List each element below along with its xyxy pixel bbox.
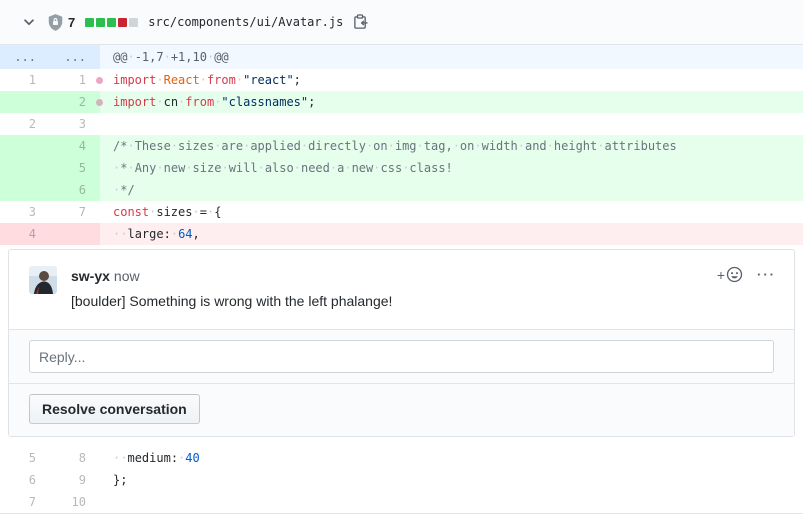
file-path: src/components/ui/Avatar.js xyxy=(148,15,343,29)
diff-line-row: 58··medium:·40 xyxy=(0,447,803,469)
diffstat-block-neutral xyxy=(129,18,138,27)
diff-line-row: 6·*/ xyxy=(0,179,803,201)
diff-line-row: 23 xyxy=(0,113,803,135)
smiley-icon xyxy=(726,266,743,283)
diff-line-row: 11import·React·from·"react"; xyxy=(0,69,803,91)
old-line-number[interactable] xyxy=(0,157,50,179)
comment-author[interactable]: sw-yx xyxy=(71,268,110,284)
new-line-number[interactable]: 4 xyxy=(50,135,100,157)
old-line-number[interactable]: 4 xyxy=(0,223,50,245)
diffstat-block-add xyxy=(107,18,116,27)
collapse-file-button[interactable] xyxy=(18,11,40,33)
comment-body: [boulder] Something is wrong with the le… xyxy=(71,293,774,309)
add-reaction-button[interactable]: + xyxy=(717,266,743,283)
diff-line-row: 69}; xyxy=(0,469,803,491)
code-line: ·*/ xyxy=(100,179,803,201)
line-comment-indicator-dot xyxy=(96,77,103,84)
new-line-number[interactable]: 5 xyxy=(50,157,100,179)
line-comment-indicator-dot xyxy=(96,99,103,106)
new-line-number[interactable]: 3 xyxy=(50,113,100,135)
code-line: }; xyxy=(100,469,803,491)
plus-sign: + xyxy=(717,267,725,283)
code-line: import·React·from·"react"; xyxy=(100,69,803,91)
diff-line-row: 2import·cn·from·"classnames"; xyxy=(0,91,803,113)
kebab-menu-button[interactable]: ··· xyxy=(757,268,776,281)
new-line-number[interactable]: 7 xyxy=(50,201,100,223)
new-line-number[interactable]: 2 xyxy=(50,91,100,113)
diff-line-row: 4/*·These·sizes·are·applied·directly·on·… xyxy=(0,135,803,157)
hunk-header-row: ......@@·-1,7·+1,10·@@ xyxy=(0,45,803,69)
code-line: ··medium:·40 xyxy=(100,447,803,469)
comment-timestamp[interactable]: now xyxy=(114,268,140,284)
review-shield-button[interactable]: 7 xyxy=(48,14,75,31)
resolve-conversation-button[interactable]: Resolve conversation xyxy=(29,394,200,424)
diff-rows-bottom: 58··medium:·4069};710 xyxy=(0,447,803,514)
review-count: 7 xyxy=(68,15,75,30)
new-line-number[interactable]: 8 xyxy=(50,447,100,469)
new-line-number[interactable]: 10 xyxy=(50,491,100,513)
old-line-number[interactable]: 6 xyxy=(0,469,50,491)
code-line: ··large:·64, xyxy=(100,223,803,245)
code-line: import·cn·from·"classnames"; xyxy=(100,91,803,113)
expand-hunk-old[interactable]: ... xyxy=(0,45,50,69)
code-line: /*·These·sizes·are·applied·directly·on·i… xyxy=(100,135,803,157)
comment-actions: + ··· xyxy=(717,266,776,283)
code-line xyxy=(100,113,803,135)
diffstat xyxy=(85,18,138,27)
diff-file-header: 7 src/components/ui/Avatar.js xyxy=(0,0,803,45)
diff-line-row: 37const·sizes·=·{ xyxy=(0,201,803,223)
new-line-number[interactable] xyxy=(50,223,100,245)
diff-line-row: 5·*·Any·new·size·will·also·need·a·new·cs… xyxy=(0,157,803,179)
old-line-number[interactable] xyxy=(0,135,50,157)
new-line-number[interactable]: 9 xyxy=(50,469,100,491)
comment: sw-yxnow [boulder] Something is wrong wi… xyxy=(9,250,794,329)
shield-lock-icon xyxy=(48,14,63,31)
old-line-number[interactable]: 7 xyxy=(0,491,50,513)
chevron-down-icon xyxy=(22,15,36,29)
avatar[interactable] xyxy=(29,266,57,294)
old-line-number[interactable] xyxy=(0,91,50,113)
new-line-number[interactable]: 6 xyxy=(50,179,100,201)
reply-input[interactable] xyxy=(29,340,774,373)
old-line-number[interactable]: 3 xyxy=(0,201,50,223)
old-line-number[interactable]: 1 xyxy=(0,69,50,91)
reply-section xyxy=(9,329,794,383)
diffstat-block-del xyxy=(118,18,127,27)
diffstat-block-add xyxy=(85,18,94,27)
old-line-number[interactable] xyxy=(0,179,50,201)
diff-line-row: 710 xyxy=(0,491,803,513)
old-line-number[interactable]: 5 xyxy=(0,447,50,469)
new-line-number[interactable]: 1 xyxy=(50,69,100,91)
old-line-number[interactable]: 2 xyxy=(0,113,50,135)
copy-path-button[interactable] xyxy=(351,12,370,32)
code-line xyxy=(100,491,803,513)
review-comment-thread: sw-yxnow [boulder] Something is wrong wi… xyxy=(8,249,795,437)
code-line: const·sizes·=·{ xyxy=(100,201,803,223)
code-line: ·*·Any·new·size·will·also·need·a·new·css… xyxy=(100,157,803,179)
clipboard-copy-icon xyxy=(353,14,368,30)
resolve-section: Resolve conversation xyxy=(9,383,794,436)
hunk-header-text: @@·-1,7·+1,10·@@ xyxy=(100,45,803,69)
diff-rows-top: ......@@·-1,7·+1,10·@@11import·React·fro… xyxy=(0,45,803,245)
diffstat-block-add xyxy=(96,18,105,27)
expand-hunk-new[interactable]: ... xyxy=(50,45,100,69)
diff-line-row: 4 ··large:·64, xyxy=(0,223,803,245)
